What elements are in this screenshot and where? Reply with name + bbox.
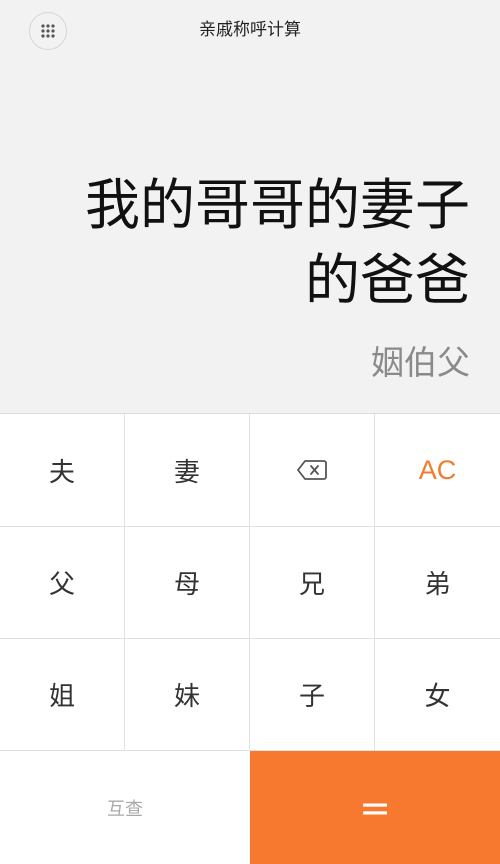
expression-display: 我的哥哥的妻子 的爸爸 [30,168,470,318]
backspace-button[interactable] [250,414,375,527]
display-area: 亲戚称呼计算 我的哥哥的妻子 的爸爸 姻伯父 [0,0,500,413]
expression-line-1: 我的哥哥的妻子 [84,173,470,237]
equals-button[interactable]: = [250,751,500,864]
keypad: 夫 妻 AC 父 母 兄 弟 姐 妹 子 女 互查 = [0,413,500,864]
page-title: 亲戚称呼计算 [199,20,301,40]
key-father[interactable]: 父 [0,527,125,639]
key-younger-brother[interactable]: 弟 [375,527,500,639]
clear-all-button[interactable]: AC [375,414,500,527]
key-wife[interactable]: 妻 [125,414,250,527]
result-display: 姻伯父 [371,343,470,382]
key-older-sister[interactable]: 姐 [0,639,125,751]
expression-line-2: 的爸爸 [304,248,470,312]
key-son[interactable]: 子 [250,639,375,751]
mutual-check-button[interactable]: 互查 [0,751,250,864]
key-mother[interactable]: 母 [125,527,250,639]
key-daughter[interactable]: 女 [375,639,500,751]
key-older-brother[interactable]: 兄 [250,527,375,639]
backspace-icon [297,460,327,480]
relative-calculator-app: 亲戚称呼计算 我的哥哥的妻子 的爸爸 姻伯父 夫 妻 AC 父 母 兄 弟 姐 … [0,0,500,864]
key-husband[interactable]: 夫 [0,414,125,527]
key-younger-sister[interactable]: 妹 [125,639,250,751]
